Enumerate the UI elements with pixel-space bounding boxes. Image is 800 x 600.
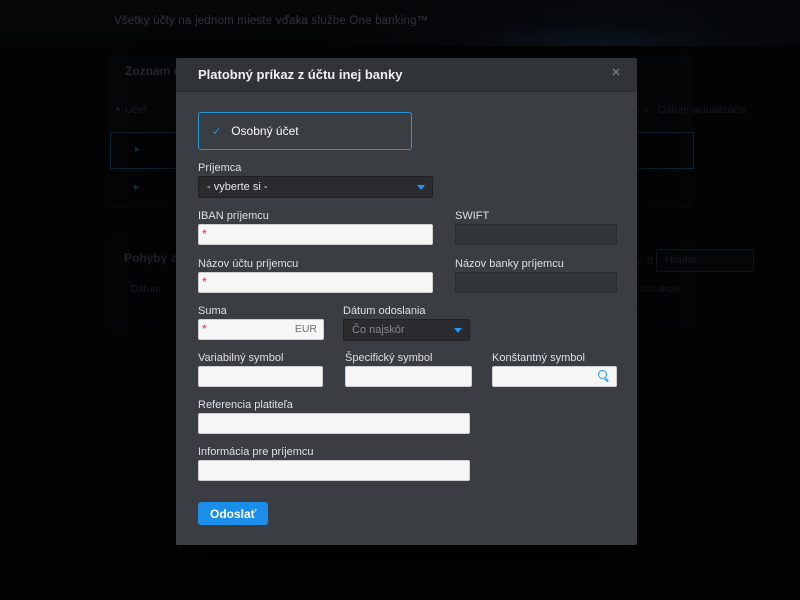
payment-order-modal: Platobný príkaz z účtu inej banky × ✓ Os…	[176, 58, 637, 545]
personal-account-checkbox[interactable]: ✓ Osobný účet	[198, 112, 412, 150]
banking-app-screen: Všetky účty na jednom mieste vďaka služb…	[0, 0, 800, 600]
send-date-select-value: Čo najskôr	[352, 320, 405, 340]
amount-label: Suma	[198, 305, 227, 317]
constant-symbol-field-wrap	[492, 366, 617, 387]
swift-input	[455, 224, 617, 245]
recipient-info-label: Informácia pre príjemcu	[198, 446, 314, 458]
send-date-label: Dátum odoslania	[343, 305, 426, 317]
recipient-label: Príjemca	[198, 162, 241, 174]
checkmark-icon: ✓	[212, 125, 221, 138]
constant-symbol-label: Konštantný symbol	[492, 352, 585, 364]
iban-field-wrap: *	[198, 224, 433, 245]
bank-name-input	[455, 272, 617, 293]
account-name-input[interactable]	[198, 272, 433, 293]
payer-reference-input[interactable]	[198, 413, 470, 434]
send-date-select[interactable]: Čo najskôr	[343, 319, 470, 341]
personal-account-label: Osobný účet	[231, 124, 298, 138]
modal-title: Platobný príkaz z účtu inej banky	[198, 58, 402, 92]
bank-name-label: Názov banky príjemcu	[455, 258, 564, 270]
recipient-info-input[interactable]	[198, 460, 470, 481]
account-name-label: Názov účtu príjemcu	[198, 258, 298, 270]
variable-symbol-label: Variabilný symbol	[198, 352, 283, 364]
specific-symbol-field-wrap	[345, 366, 472, 387]
account-name-field-wrap: *	[198, 272, 433, 293]
chevron-down-icon	[454, 328, 462, 333]
variable-symbol-field-wrap	[198, 366, 323, 387]
specific-symbol-label: Špecifický symbol	[345, 352, 432, 364]
specific-symbol-input[interactable]	[345, 366, 472, 387]
close-icon[interactable]: ×	[608, 65, 624, 81]
iban-input[interactable]	[198, 224, 433, 245]
recipient-info-field-wrap	[198, 460, 470, 481]
swift-label: SWIFT	[455, 210, 489, 222]
iban-label: IBAN príjemcu	[198, 210, 269, 222]
recipient-select[interactable]: - vyberte si -	[198, 176, 433, 198]
submit-button[interactable]: Odoslať	[198, 502, 268, 525]
payer-reference-field-wrap	[198, 413, 470, 434]
amount-field-wrap: * EUR	[198, 319, 324, 340]
payer-reference-label: Referencia platiteľa	[198, 399, 293, 411]
modal-header: Platobný príkaz z účtu inej banky ×	[176, 58, 637, 92]
recipient-select-value: - vyberte si -	[207, 177, 268, 197]
chevron-down-icon	[417, 185, 425, 190]
variable-symbol-input[interactable]	[198, 366, 323, 387]
amount-input[interactable]	[198, 319, 324, 340]
search-icon[interactable]	[598, 370, 610, 382]
